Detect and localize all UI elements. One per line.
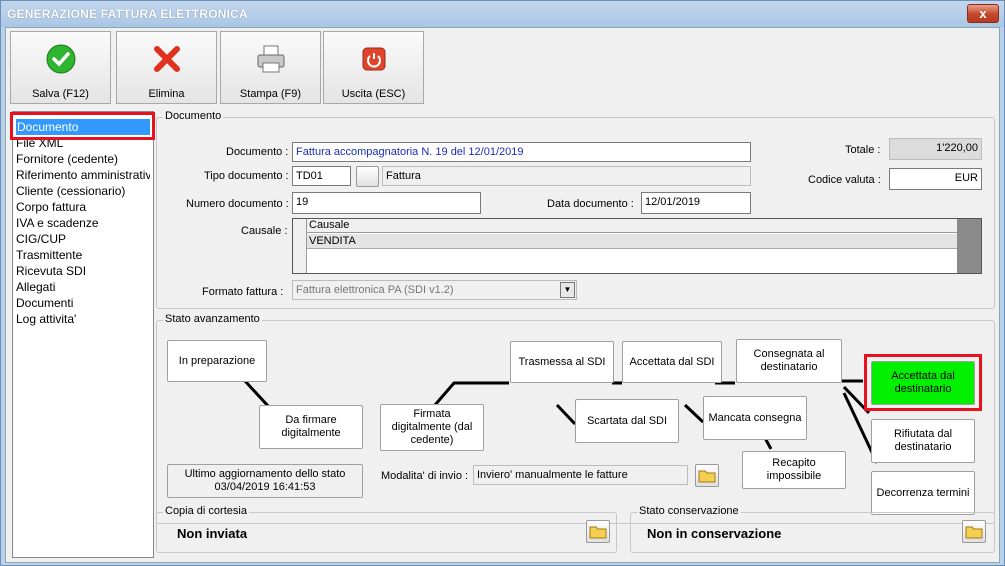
causale-label: Causale : xyxy=(241,225,288,237)
folder-icon xyxy=(698,470,716,483)
save-label: Salva (F12) xyxy=(32,88,89,100)
totale-field: 1'220,00 xyxy=(889,138,982,160)
numero-documento-label: Numero documento : xyxy=(186,198,289,210)
stato-conservazione-group: Stato conservazione Non in conservazione xyxy=(630,505,995,553)
delete-button[interactable]: Elimina xyxy=(116,31,217,104)
nav-item-documenti[interactable]: Documenti xyxy=(16,295,150,311)
codice-valuta-label: Codice valuta : xyxy=(808,174,881,186)
exit-label: Uscita (ESC) xyxy=(341,88,406,100)
conservazione-status: Non in conservazione xyxy=(647,526,782,541)
modalita-folder-button[interactable] xyxy=(695,464,719,487)
node-decorrenza: Decorrenza termini xyxy=(871,471,975,515)
causale-header: Causale xyxy=(307,219,957,233)
formato-fattura-select[interactable]: Fattura elettronica PA (SDI v1.2) xyxy=(292,280,577,300)
documento-label: Documento : xyxy=(226,146,289,158)
causale-grid: Causale VENDITA xyxy=(292,218,982,274)
tipo-documento-desc: Fattura xyxy=(382,166,751,186)
nav-item-corpo[interactable]: Corpo fattura xyxy=(16,199,150,215)
printer-icon xyxy=(257,45,285,73)
modalita-label: Modalita' di invio : xyxy=(381,470,469,482)
tipo-documento-label: Tipo documento : xyxy=(204,170,289,182)
copia-cortesia-group: Copia di cortesia Non inviata xyxy=(156,505,617,553)
copia-folder-button[interactable] xyxy=(586,520,610,543)
copia-status: Non inviata xyxy=(177,526,248,541)
title-bar: GENERAZIONE FATTURA ELETTRONICA x xyxy=(1,1,1004,27)
codice-valuta-field[interactable]: EUR xyxy=(889,168,982,190)
section-list: Documento File XML Fornitore (cedente) R… xyxy=(12,111,154,558)
delete-label: Elimina xyxy=(148,88,185,100)
copia-group-label: Copia di cortesia xyxy=(163,505,249,517)
node-rifiutata: Rifiutata dal destinatario xyxy=(871,419,975,463)
highlight-box xyxy=(10,112,155,140)
check-icon xyxy=(46,44,76,74)
data-documento-field[interactable]: 12/01/2019 xyxy=(641,192,751,214)
node-accettata-sdi: Accettata dal SDI xyxy=(622,341,722,383)
totale-label: Totale : xyxy=(845,144,881,156)
nav-item-log[interactable]: Log attivita' xyxy=(16,311,150,327)
nav-item-fornitore[interactable]: Fornitore (cedente) xyxy=(16,151,150,167)
conservazione-group-label: Stato conservazione xyxy=(637,505,741,517)
nav-item-iva[interactable]: IVA e scadenze xyxy=(16,215,150,231)
node-da-firmare: Da firmare digitalmente xyxy=(259,405,363,449)
active-state-highlight xyxy=(864,354,982,411)
power-icon xyxy=(362,47,386,71)
print-button[interactable]: Stampa (F9) xyxy=(220,31,321,104)
data-documento-label: Data documento : xyxy=(547,198,634,210)
node-scartata: Scartata dal SDI xyxy=(575,399,679,443)
tipo-lookup-button[interactable] xyxy=(356,166,379,187)
node-consegnata: Consegnata al destinatario xyxy=(736,339,842,383)
folder-icon xyxy=(965,526,983,539)
node-in-preparazione: In preparazione xyxy=(167,340,267,382)
node-firmata: Firmata digitalmente (dal cedente) xyxy=(380,404,484,451)
ultimo-aggiornamento-box: Ultimo aggiornamento dello stato 03/04/2… xyxy=(167,464,363,498)
formato-fattura-label: Formato fattura : xyxy=(202,286,284,298)
folder-icon xyxy=(589,526,607,539)
node-recapito-impossibile: Recapito impossibile xyxy=(742,451,846,489)
main-window: GENERAZIONE FATTURA ELETTRONICA x Salva … xyxy=(0,0,1005,566)
nav-item-trasmittente[interactable]: Trasmittente xyxy=(16,247,150,263)
documento-group-label: Documento xyxy=(163,110,224,122)
client-area: Salva (F12) Elimina Stampa (F9) Uscita (… xyxy=(5,27,1000,563)
exit-button[interactable]: Uscita (ESC) xyxy=(323,31,424,104)
close-button[interactable]: x xyxy=(967,4,999,23)
nav-item-ricevuta[interactable]: Ricevuta SDI xyxy=(16,263,150,279)
print-label: Stampa (F9) xyxy=(239,88,302,100)
documento-group: Documento Documento : Fattura accompagna… xyxy=(156,110,995,309)
numero-documento-field[interactable]: 19 xyxy=(292,192,481,214)
stato-avanzamento-group: Stato avanzamento In preparazione Da fir… xyxy=(156,313,995,524)
save-button[interactable]: Salva (F12) xyxy=(10,31,111,104)
modalita-field: Inviero' manualmente le fatture xyxy=(473,465,688,485)
window-title: GENERAZIONE FATTURA ELETTRONICA xyxy=(7,7,248,21)
node-mancata-consegna: Mancata consegna xyxy=(703,396,807,440)
chevron-down-icon[interactable]: ▼ xyxy=(560,282,575,298)
delete-x-icon xyxy=(154,46,180,72)
tipo-documento-code[interactable]: TD01 xyxy=(292,166,351,186)
node-trasmessa: Trasmessa al SDI xyxy=(510,341,614,383)
nav-item-allegati[interactable]: Allegati xyxy=(16,279,150,295)
nav-item-cig[interactable]: CIG/CUP xyxy=(16,231,150,247)
nav-item-cliente[interactable]: Cliente (cessionario) xyxy=(16,183,150,199)
ultimo-aggiornamento-label: Ultimo aggiornamento dello stato xyxy=(184,468,346,480)
documento-field[interactable]: Fattura accompagnatoria N. 19 del 12/01/… xyxy=(292,142,751,162)
ultimo-aggiornamento-value: 03/04/2019 16:41:53 xyxy=(214,481,316,493)
conservazione-folder-button[interactable] xyxy=(962,520,986,543)
causale-row[interactable]: VENDITA xyxy=(307,234,957,249)
nav-item-riferimento[interactable]: Riferimento amministrativo xyxy=(16,167,150,183)
